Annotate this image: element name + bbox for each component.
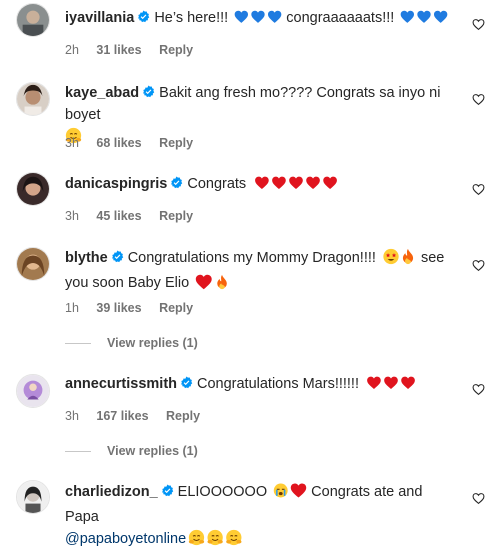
star-struck-fire-emoji [382,248,417,272]
comment-text: Congratulations my Mommy Dragon!!!! [127,250,380,266]
blue-hearts-emoji [234,10,282,32]
avatar[interactable] [16,480,50,514]
comment-username[interactable]: iyavillania [65,10,134,26]
reply-button[interactable]: Reply [159,43,193,57]
avatar[interactable] [16,82,50,116]
comment-likes[interactable]: 167 likes [96,409,148,423]
comment-username[interactable]: annecurtissmith [65,376,177,392]
comment-username[interactable]: danicaspingris [65,176,167,192]
like-heart-icon[interactable] [472,259,485,272]
like-heart-icon[interactable] [472,492,485,505]
comment-username[interactable]: blythe [65,250,108,266]
red-hearts-emoji [252,176,340,198]
heart-fire-emoji [195,274,230,297]
comment-likes[interactable]: 31 likes [96,43,141,57]
comment-time: 2h [65,43,79,57]
comment-text: He’s here!!! [154,10,233,26]
like-heart-icon[interactable] [472,183,485,196]
divider-line [65,451,91,453]
like-heart-icon[interactable] [472,18,485,31]
view-replies-button[interactable]: View replies (1) [65,336,198,350]
comment-username[interactable]: charliedizon_ [65,484,158,500]
like-heart-icon[interactable] [472,93,485,106]
comment-text: Congrats [187,176,251,192]
comment-text: ELIOOOOOO [177,484,272,500]
comment-likes[interactable]: 45 likes [96,209,141,223]
view-replies-label: View replies (1) [107,444,198,458]
verified-badge-icon [170,176,183,189]
divider-line [65,343,91,345]
like-heart-icon[interactable] [472,383,485,396]
comment-time: 3h [65,209,79,223]
verified-badge-icon [111,250,124,263]
verified-badge-icon [180,376,193,389]
verified-badge-icon [142,85,155,98]
comment-text-2: congraaaaaats!!! [282,10,399,26]
avatar[interactable] [16,3,50,37]
blue-hearts-emoji [400,10,448,32]
comment-username[interactable]: kaye_abad [65,85,139,101]
comment-likes[interactable]: 39 likes [96,301,141,315]
avatar[interactable] [16,374,50,408]
reply-button[interactable]: Reply [159,136,193,150]
verified-badge-icon [137,10,150,23]
verified-badge-icon [161,484,174,497]
reply-button[interactable]: Reply [166,409,200,423]
view-replies-label: View replies (1) [107,336,198,350]
reply-button[interactable]: Reply [159,301,193,315]
comment-likes[interactable]: 68 likes [96,136,141,150]
comment-time: 3h [65,409,79,423]
hugging-faces-emoji [188,529,244,553]
mention-link[interactable]: @papaboyetonline [65,531,186,547]
comment-time: 3h [65,136,79,150]
reply-button[interactable]: Reply [159,209,193,223]
avatar[interactable] [16,247,50,281]
view-replies-button[interactable]: View replies (1) [65,444,198,458]
comment-text: Congratulations Mars!!!!!! [197,376,364,392]
red-hearts-emoji [365,376,417,398]
avatar[interactable] [16,172,50,206]
crying-heart-emoji [273,482,307,506]
comment-time: 1h [65,301,79,315]
